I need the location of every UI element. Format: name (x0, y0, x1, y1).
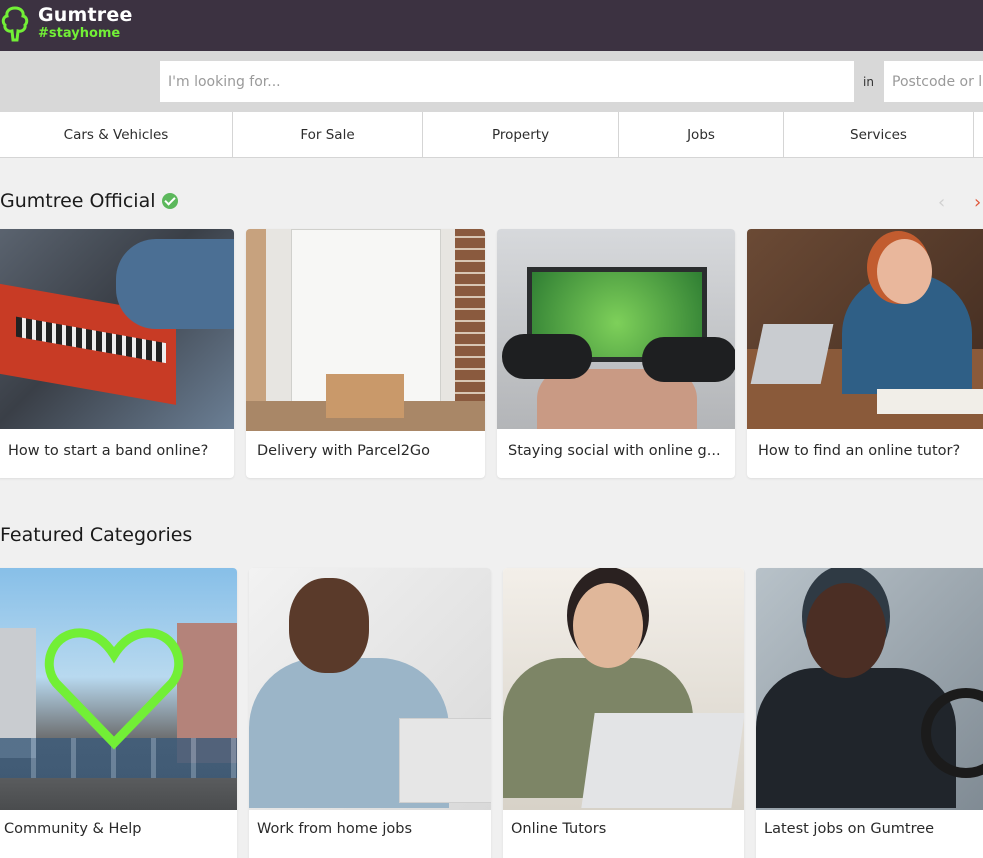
nav-item-for-sale[interactable]: For Sale (233, 112, 423, 157)
nav-item-services[interactable]: Services (784, 112, 974, 157)
logo-tagline: #stayhome (38, 26, 121, 41)
heart-street-image (0, 568, 237, 810)
nav-item-cars-vehicles[interactable]: Cars & Vehicles (0, 112, 233, 157)
search-bar: in (0, 51, 983, 112)
card-caption: How to find an online tutor? (758, 443, 961, 459)
official-card-gaming[interactable]: Staying social with online g... (497, 229, 735, 478)
search-input[interactable] (160, 61, 854, 102)
check-circle-icon (161, 193, 178, 209)
card-caption: Latest jobs on Gumtree (764, 821, 935, 837)
site-header: Gumtree #stayhome (0, 0, 983, 51)
category-nav: Cars & Vehicles For Sale Property Jobs S… (0, 112, 983, 158)
card-caption: Delivery with Parcel2Go (257, 443, 431, 459)
official-section-title: Gumtree Official (0, 190, 156, 212)
video-game-image (497, 229, 735, 429)
featured-section-heading: Featured Categories (0, 524, 192, 546)
featured-card-tutors[interactable]: Online Tutors (503, 568, 744, 858)
featured-card-wfh[interactable]: Work from home jobs (249, 568, 491, 858)
official-card-parcel[interactable]: Delivery with Parcel2Go (246, 229, 485, 478)
featured-card-jobs[interactable]: Latest jobs on Gumtree (756, 568, 983, 858)
featured-card-community[interactable]: Community & Help (0, 568, 237, 858)
card-caption: Online Tutors (511, 821, 607, 837)
gumtree-logo[interactable]: Gumtree #stayhome (0, 4, 133, 44)
official-card-band[interactable]: How to start a band online? (0, 229, 234, 478)
logo-name: Gumtree (38, 4, 133, 26)
card-caption: Work from home jobs (257, 821, 413, 837)
featured-section-title: Featured Categories (0, 524, 193, 546)
card-caption: How to start a band online? (8, 443, 209, 459)
tree-icon (1, 6, 29, 42)
card-caption: Community & Help (4, 821, 142, 837)
official-card-tutor[interactable]: How to find an online tutor? (747, 229, 983, 478)
headphones-worker-image (249, 568, 491, 810)
chevron-left-icon[interactable]: ‹ (938, 192, 945, 213)
parcel-door-image (246, 229, 485, 431)
nav-item-property[interactable]: Property (423, 112, 619, 157)
official-section-heading: Gumtree Official (0, 190, 178, 212)
waving-tutor-image (503, 568, 744, 810)
in-label: in (863, 75, 874, 89)
smiling-driver-image (756, 568, 983, 810)
study-tutor-image (747, 229, 983, 429)
nav-item-jobs[interactable]: Jobs (619, 112, 784, 157)
chevron-right-icon[interactable]: › (974, 192, 981, 213)
keyboard-band-image (0, 229, 234, 429)
location-input[interactable] (884, 61, 983, 102)
card-caption: Staying social with online g... (508, 443, 721, 459)
